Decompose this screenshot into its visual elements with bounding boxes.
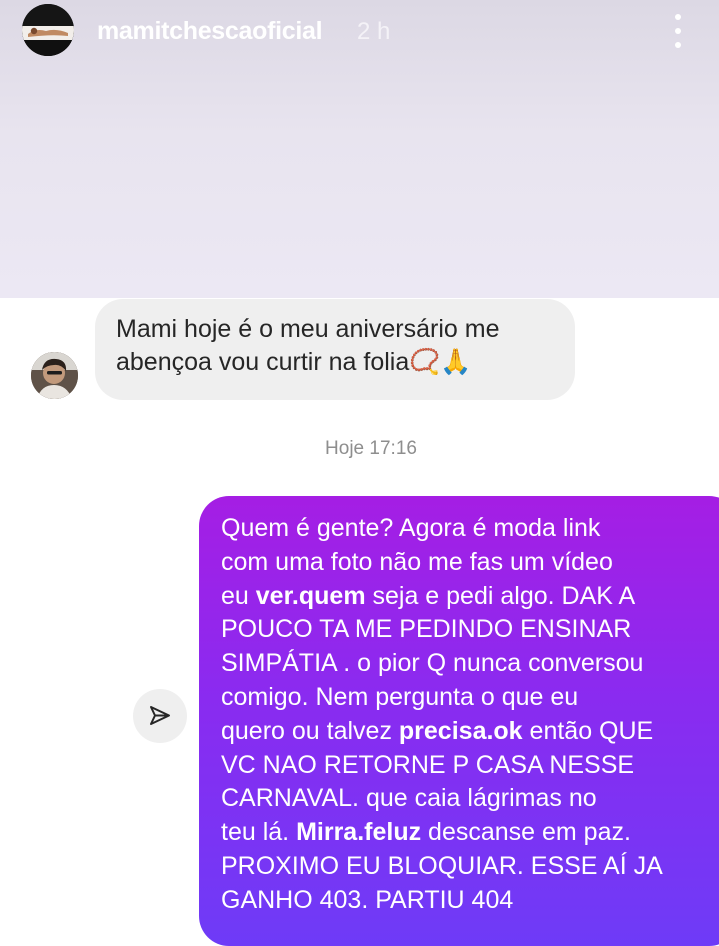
outgoing-message-line: comigo. Nem pergunta o que eu: [221, 682, 579, 711]
outgoing-message-line: teu lá. Mirra.feluz descanse em paz.: [221, 818, 631, 847]
outgoing-message-line: SIMPÁTIA . o pior Q nunca conversou: [221, 649, 644, 678]
more-vertical-icon[interactable]: [664, 14, 692, 48]
story-avatar[interactable]: [22, 4, 74, 56]
outgoing-message-line: CARNAVAL. que caia lágrimas no: [221, 784, 597, 813]
avatar[interactable]: [31, 352, 78, 399]
outgoing-message-line: PROXIMO EU BLOQUIAR. ESSE AÍ JA: [221, 851, 663, 880]
outgoing-message-line: eu ver.quem seja e pedi algo. DAK A: [221, 581, 636, 610]
send-icon: [150, 706, 170, 725]
outgoing-message-line: VC NAO RETORNE P CASA NESSE: [221, 750, 635, 779]
username-mention[interactable]: precisa.ok: [399, 717, 523, 745]
incoming-message-line: abençoa vou curtir na folia📿🙏: [116, 348, 472, 376]
incoming-message-line: Mami hoje é o meu aniversário me: [116, 315, 500, 343]
outgoing-message[interactable]: Quem é gente? Agora é moda link com uma …: [199, 496, 719, 946]
story-time: 2 h: [357, 18, 391, 45]
username-mention[interactable]: ver.quem: [256, 582, 366, 610]
outgoing-message-line: GANHO 403. PARTIU 404: [221, 885, 514, 914]
outgoing-message-line: Quem é gente? Agora é moda link: [221, 514, 601, 542]
username-mention[interactable]: Mirra.feluz: [296, 818, 421, 846]
outgoing-message-line: com uma foto não me fas um vídeo: [221, 547, 613, 576]
message-timestamp: Hoje 17:16: [325, 438, 417, 459]
outgoing-message-line: POUCO TA ME PEDINDO ENSINAR: [221, 615, 632, 644]
incoming-message[interactable]: Mami hoje é o meu aniversário me abençoa…: [95, 299, 575, 400]
story-username[interactable]: mamitchescaoficial: [97, 17, 323, 46]
story-header: mamitchescaoficial 2 h: [0, 0, 719, 64]
story-preview[interactable]: mamitchescaoficial 2 h: [0, 0, 719, 298]
outgoing-message-line: quero ou talvez precisa.ok então QUE: [221, 716, 654, 745]
share-button[interactable]: [133, 689, 187, 743]
